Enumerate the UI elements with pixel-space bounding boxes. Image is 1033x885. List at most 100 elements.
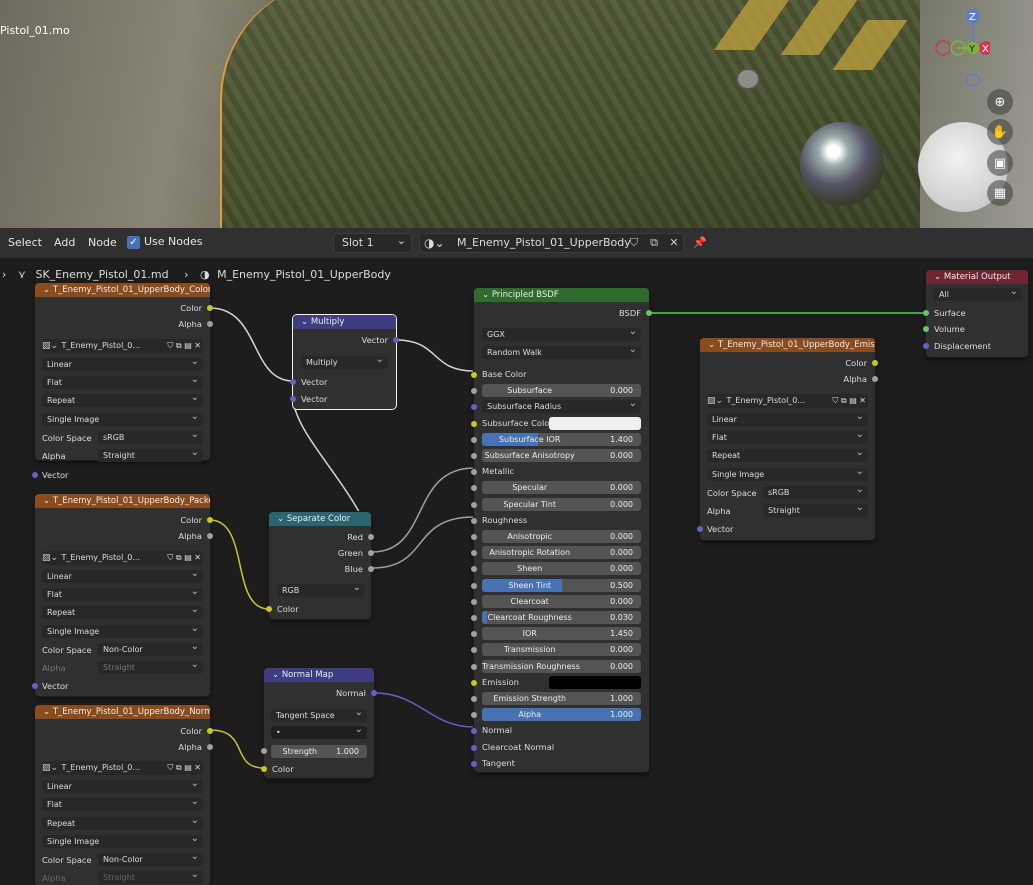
output-green-socket[interactable] [368,550,374,556]
subsurface-ior-field[interactable]: Subsurface IOR 1.400 [482,433,641,446]
output-alpha-socket[interactable] [207,321,213,327]
transmission-field[interactable]: Transmission 0.000 [482,643,641,656]
input-subsurface-anisotropy-socket[interactable] [471,453,477,459]
node-header[interactable]: ⌄ Material Output [926,270,1028,284]
breadcrumb-object[interactable]: SK_Enemy_Pistol_01.md [35,268,168,281]
node-header[interactable]: ⌄ Multiply [293,315,396,329]
image-name[interactable]: T_Enemy_Pistol_0... [727,396,805,405]
input-clearcoat-roughness-socket[interactable] [471,615,477,621]
sheen-field[interactable]: Sheen 0.000 [482,562,641,575]
clearcoat-field[interactable]: Clearcoat 0.000 [482,595,641,608]
image-icon[interactable]: ▨⌄ [42,761,58,775]
input-normal-socket[interactable] [471,728,477,734]
alpha-mode-dropdown[interactable]: Straight [763,504,868,517]
ior-field[interactable]: IOR 1.450 [482,627,641,640]
input-vector-2-socket[interactable] [290,396,296,402]
image-texture-node-emissive[interactable]: ⌄ T_Enemy_Pistol_01_UpperBody_Emissive..… [697,338,878,540]
alpha-mode-dropdown[interactable]: Straight [98,449,203,462]
operation-dropdown[interactable]: Multiply [301,356,388,369]
input-anisotropic-rotation-socket[interactable] [471,550,477,556]
input-displacement-socket[interactable] [923,343,929,349]
transmission-roughness-field[interactable]: Transmission Roughness 0.000 [482,660,641,673]
fake-user-shield-icon[interactable]: ⛉ [624,233,644,253]
input-vector-socket[interactable] [32,472,38,478]
3d-viewport[interactable]: Pistol_01.mo Z X Y ⊕ ✋ ▣ ▦ [0,0,1033,228]
input-color-socket[interactable] [261,766,267,772]
output-color-socket[interactable] [207,728,213,734]
image-name[interactable]: T_Enemy_Pistol_0... [62,763,140,772]
input-vector-socket[interactable] [32,683,38,689]
output-color-socket[interactable] [207,305,213,311]
input-clearcoat-normal-socket[interactable] [471,745,477,751]
output-blue-socket[interactable] [368,566,374,572]
vector-math-multiply-node[interactable]: ⌄ Multiply Vector Multiply Vector Vector [290,315,399,409]
separate-color-node[interactable]: ⌄ Separate Color Red Green Blue RGB Colo… [266,512,374,619]
axis-gizmo[interactable]: Z X Y [930,6,990,91]
input-transmission-socket[interactable] [471,647,477,653]
input-transmission-roughness-socket[interactable] [471,664,477,670]
node-header[interactable]: ⌄ Principled BSDF [474,288,649,302]
input-sheen-tint-socket[interactable] [471,583,477,589]
input-volume-socket[interactable] [923,326,929,332]
source-dropdown[interactable]: Single Image [42,835,203,848]
subsurface-colo-swatch[interactable] [549,417,641,430]
input-metallic-socket[interactable] [471,469,477,475]
material-sphere-icon[interactable]: ◑⌄ [424,236,445,250]
extension-dropdown[interactable]: Repeat [42,394,203,407]
output-red-socket[interactable] [368,534,374,540]
input-emission-socket[interactable] [471,680,477,686]
image-name[interactable]: T_Enemy_Pistol_0... [62,553,140,562]
interpolation-dropdown[interactable]: Linear [707,413,868,426]
breadcrumb-material[interactable]: M_Enemy_Pistol_01_UpperBody [217,268,391,281]
extension-dropdown[interactable]: Repeat [42,817,203,830]
input-sheen-socket[interactable] [471,566,477,572]
input-subsurface-ior-socket[interactable] [471,437,477,443]
input-tangent-socket[interactable] [471,761,477,767]
menu-add[interactable]: Add [54,236,75,249]
strength-field[interactable]: Strength 1.000 [271,745,367,758]
input-specular-tint-socket[interactable] [471,502,477,508]
checkbox-check-icon[interactable]: ✓ [127,235,140,249]
sheen-tint-field[interactable]: Sheen Tint 0.500 [482,579,641,592]
image-selector[interactable]: ▨⌄ T_Enemy_Pistol_0... ⛉ ⧉ ▤ ✕ [42,339,203,353]
image-texture-node-color[interactable]: ⌄ T_Enemy_Pistol_01_UpperBody_Color.png … [35,283,213,462]
input-anisotropic-socket[interactable] [471,534,477,540]
space-dropdown[interactable]: Tangent Space [271,709,367,722]
projection-dropdown[interactable]: Flat [42,588,203,601]
input-emission-strength-socket[interactable] [471,696,477,702]
input-clearcoat-socket[interactable] [471,599,477,605]
output-vector-socket[interactable] [393,337,399,343]
subsurface-radius-dropdown[interactable]: Subsurface Radius [482,400,641,413]
image-actions-icon[interactable]: ⛉ ⧉ ▤ ✕ [167,339,201,353]
projection-dropdown[interactable]: Flat [42,376,203,389]
extension-dropdown[interactable]: Repeat [707,449,868,462]
target-dropdown[interactable]: All [934,288,1022,301]
node-header[interactable]: ⌄ T_Enemy_Pistol_01_UpperBody_Packed.p..… [35,494,210,508]
anisotropic-field[interactable]: Anisotropic 0.000 [482,530,641,543]
pin-icon[interactable]: 📌 [690,233,710,253]
input-strength-socket[interactable] [261,748,267,754]
principled-bsdf-node[interactable]: ⌄ Principled BSDF BSDF GGX Random Walk B… [471,288,652,772]
uv-map-field[interactable]: • [271,726,367,739]
input-vector-socket[interactable] [697,526,703,532]
input-alpha-socket[interactable] [471,712,477,718]
alpha-field[interactable]: Alpha 1.000 [482,708,641,721]
subsurface-method-dropdown[interactable]: Random Walk [482,346,641,359]
specular-tint-field[interactable]: Specular Tint 0.000 [482,498,641,511]
image-texture-node-packed[interactable]: ⌄ T_Enemy_Pistol_01_UpperBody_Packed.p..… [32,494,213,696]
input-vector-1-socket[interactable] [290,379,296,385]
image-selector[interactable]: ▨⌄ T_Enemy_Pistol_0... ⛉ ⧉ ▤ ✕ [42,551,203,565]
input-subsurface-radius-socket[interactable] [471,404,477,410]
hand-pan-icon[interactable]: ✋ [987,119,1013,145]
input-specular-socket[interactable] [471,485,477,491]
anisotropic-rotation-field[interactable]: Anisotropic Rotation 0.000 [482,546,641,559]
source-dropdown[interactable]: Single Image [42,413,203,426]
image-icon[interactable]: ▨⌄ [707,394,723,408]
emission-strength-field[interactable]: Emission Strength 1.000 [482,692,641,705]
image-actions-icon[interactable]: ⛉ ⧉ ▤ ✕ [832,394,866,408]
grid-perspective-icon[interactable]: ▦ [987,180,1013,206]
input-roughness-socket[interactable] [471,518,477,524]
material-name[interactable]: M_Enemy_Pistol_01_UpperBody [457,236,631,249]
image-icon[interactable]: ▨⌄ [42,339,58,353]
source-dropdown[interactable]: Single Image [42,625,203,638]
